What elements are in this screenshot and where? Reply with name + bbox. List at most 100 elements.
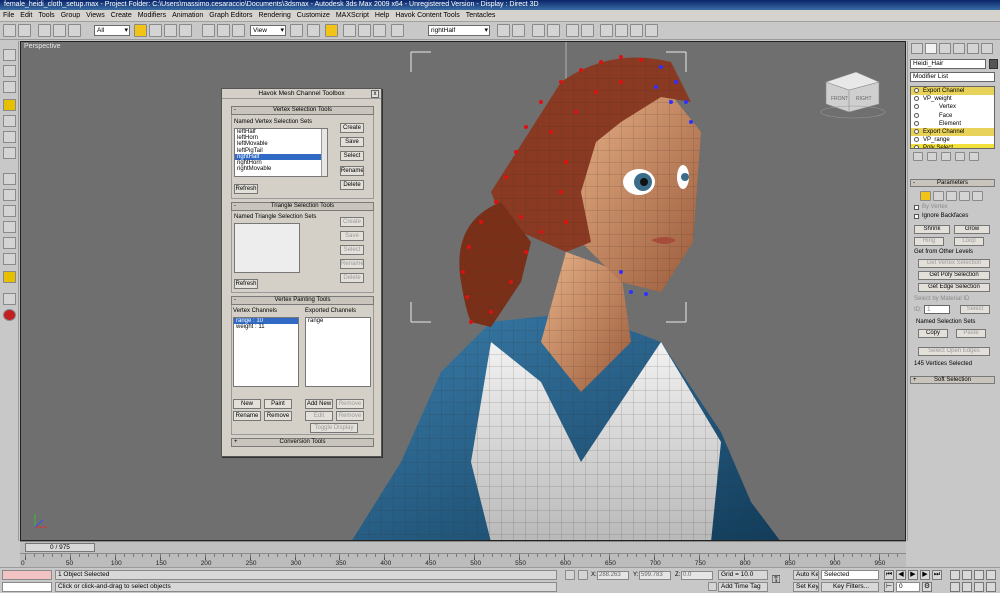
edit-named-selection-icon[interactable]	[391, 24, 404, 37]
pan-icon[interactable]	[962, 582, 972, 592]
auto-key-button[interactable]: Auto Key	[793, 570, 819, 580]
stack-item[interactable]: Export Channel	[911, 87, 994, 96]
maximize-viewport-icon[interactable]	[986, 582, 996, 592]
havok-rigid-icon[interactable]	[3, 65, 16, 77]
list-scrollbar[interactable]	[321, 129, 327, 176]
motion-tab-icon[interactable]	[953, 43, 965, 54]
y-coordinate-field[interactable]: 599.783	[639, 571, 671, 580]
polygon-level-icon[interactable]	[959, 191, 970, 201]
vertex-channels-list[interactable]: range : 10 weight : 11	[233, 317, 299, 387]
time-tag-icon[interactable]	[708, 582, 717, 591]
menu-item[interactable]: Help	[375, 12, 389, 19]
z-coordinate-field[interactable]: 0.0	[681, 571, 713, 580]
pivot-center-icon[interactable]	[290, 24, 303, 37]
by-vertex-checkbox[interactable]	[914, 205, 919, 210]
bulb-icon[interactable]	[914, 120, 919, 126]
bulb-icon[interactable]	[914, 112, 919, 118]
key-filters-button[interactable]: Key Filters...	[821, 582, 879, 592]
maxscript-mini-listener[interactable]	[2, 582, 52, 592]
tool-icon[interactable]	[3, 205, 16, 217]
vertex-level-icon[interactable]	[920, 191, 931, 201]
lock-selection-icon[interactable]	[565, 570, 575, 580]
set-key-button[interactable]: Set Key	[793, 582, 819, 592]
menu-item[interactable]: Customize	[297, 12, 330, 19]
select-object-icon[interactable]	[134, 24, 147, 37]
havok-sphere-icon[interactable]	[3, 147, 16, 159]
menu-item[interactable]: Edit	[20, 12, 32, 19]
zoom-all-icon[interactable]	[962, 570, 972, 580]
rotate-icon[interactable]	[217, 24, 230, 37]
named-selection-dropdown[interactable]: rightHalf	[428, 25, 490, 36]
redo-icon[interactable]	[18, 24, 31, 37]
havok-icon[interactable]	[3, 49, 16, 61]
delete-button[interactable]: Delete	[340, 273, 364, 283]
bulb-icon[interactable]	[914, 128, 919, 134]
go-to-end-icon[interactable]: ⏭	[932, 570, 942, 580]
new-channel-button[interactable]: New	[233, 399, 261, 409]
create-tab-icon[interactable]	[911, 43, 923, 54]
menu-item[interactable]: Tools	[38, 12, 54, 19]
remove-modifier-icon[interactable]	[955, 152, 965, 161]
time-slider[interactable]: 0 / 975	[25, 543, 95, 552]
get-vertex-selection-button[interactable]: Get Vertex Selection	[918, 259, 990, 268]
tool-icon[interactable]	[3, 173, 16, 185]
reference-coordinate-dropdown[interactable]: View	[250, 25, 286, 36]
hierarchy-tab-icon[interactable]	[939, 43, 951, 54]
rendered-frame-icon[interactable]	[615, 24, 628, 37]
material-editor-icon[interactable]	[581, 24, 594, 37]
percent-snap-icon[interactable]	[358, 24, 371, 37]
menu-item[interactable]: Havok Content Tools	[395, 12, 459, 19]
copy-button[interactable]: Copy	[918, 329, 948, 338]
parameters-rollout-header[interactable]: - Parameters	[910, 179, 995, 187]
menu-item[interactable]: MAXScript	[336, 12, 369, 19]
show-end-result-icon[interactable]	[927, 152, 937, 161]
pin-stack-icon[interactable]	[913, 152, 923, 161]
maxscript-listener[interactable]	[2, 570, 52, 580]
bulb-icon[interactable]	[914, 145, 919, 148]
refresh-button[interactable]: Refresh	[234, 184, 258, 194]
stack-item[interactable]: Export Channel	[911, 127, 994, 137]
delete-button[interactable]: Delete	[340, 180, 364, 190]
havok-shape-icon[interactable]	[3, 131, 16, 143]
time-slider-track[interactable]	[20, 541, 906, 553]
loop-button[interactable]: Loop	[954, 237, 984, 246]
orbit-icon[interactable]	[974, 582, 984, 592]
spinner-snap-icon[interactable]	[373, 24, 386, 37]
menu-item[interactable]: Views	[86, 12, 105, 19]
select-by-name-icon[interactable]	[149, 24, 162, 37]
tool-icon[interactable]	[3, 189, 16, 201]
create-button[interactable]: Create	[340, 123, 364, 133]
curve-editor-icon[interactable]	[547, 24, 560, 37]
key-icon[interactable]: ⚿	[772, 574, 780, 587]
ring-button[interactable]: Ring	[914, 237, 944, 246]
bind-spacewarp-icon[interactable]	[68, 24, 81, 37]
quick-render-icon[interactable]	[630, 24, 643, 37]
object-color-swatch[interactable]	[989, 59, 998, 69]
layer-manager-icon[interactable]	[532, 24, 545, 37]
save-button[interactable]: Save	[340, 231, 364, 241]
shrink-button[interactable]: Shrink	[914, 225, 950, 234]
modifier-stack[interactable]: Export Channel VP_weight Vertex Face Element…	[910, 86, 995, 149]
key-mode-toggle-icon[interactable]: ⊢	[884, 582, 894, 592]
make-unique-icon[interactable]	[941, 152, 951, 161]
element-level-icon[interactable]	[972, 191, 983, 201]
get-edge-selection-button[interactable]: Get Edge Selection	[918, 283, 990, 292]
toggle-display-button[interactable]: Toggle Display	[310, 423, 358, 433]
object-name-field[interactable]: Heidi_Hair	[910, 59, 986, 69]
zoom-extents-icon[interactable]	[974, 570, 984, 580]
material-id-spinner[interactable]: 1	[924, 305, 950, 314]
remove-export-button[interactable]: Remove	[336, 399, 364, 409]
soft-selection-rollout-header[interactable]: + Soft Selection	[910, 376, 995, 384]
select-button[interactable]: Select	[340, 151, 364, 161]
configure-sets-icon[interactable]	[969, 152, 979, 161]
bulb-icon[interactable]	[914, 96, 919, 102]
render-teapot-icon[interactable]	[645, 24, 658, 37]
modify-tab-icon[interactable]	[925, 43, 937, 54]
triangle-selection-tools-header[interactable]: - Triangle Selection Tools	[231, 202, 374, 211]
unlink-icon[interactable]	[53, 24, 66, 37]
move-icon[interactable]	[202, 24, 215, 37]
select-button[interactable]: Select	[340, 245, 364, 255]
modifier-list-dropdown[interactable]: Modifier List	[910, 72, 995, 82]
list-item[interactable]: range	[306, 318, 370, 324]
menu-item[interactable]: Animation	[172, 12, 203, 19]
